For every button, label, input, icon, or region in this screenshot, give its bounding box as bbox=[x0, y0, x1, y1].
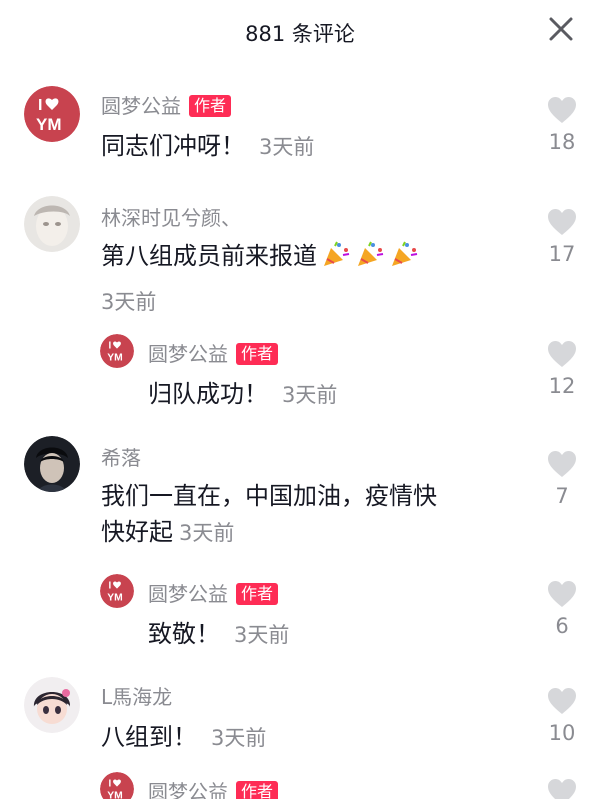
avatar[interactable]: I YM bbox=[100, 334, 134, 368]
comment-time: 3天前 bbox=[101, 290, 157, 314]
like-count: 7 bbox=[555, 484, 569, 508]
comment-item: L馬海龙 八组到！ 3天前 10 bbox=[0, 677, 600, 757]
author-badge: 作者 bbox=[189, 95, 232, 117]
comment-username[interactable]: 林深时见兮颜、 bbox=[101, 202, 241, 231]
close-icon bbox=[549, 17, 573, 41]
reply-time: 3天前 bbox=[282, 383, 338, 407]
reply-body: 归队成功！ bbox=[148, 380, 268, 408]
comment-item: I YM 圆梦公益 作者 同志们冲呀！ 3天前 18 bbox=[0, 86, 600, 176]
svg-text:I: I bbox=[109, 341, 112, 352]
svg-text:I: I bbox=[109, 581, 112, 592]
comment-text: 同志们冲呀！ 3天前 bbox=[101, 128, 314, 165]
comment-item: 希落 我们一直在，中国加油，疫情快 快好起 3天前 7 bbox=[0, 436, 600, 556]
avatar[interactable]: I YM bbox=[100, 574, 134, 608]
avatar[interactable] bbox=[24, 436, 80, 492]
close-button[interactable] bbox=[546, 14, 576, 44]
avatar[interactable] bbox=[24, 196, 80, 252]
author-badge: 作者 bbox=[236, 343, 279, 365]
comment-body: 第八组成员前来报道 bbox=[101, 242, 317, 270]
reply-item: I YM 圆梦公益 作者 归队成功！ 3天前 12 bbox=[0, 334, 600, 414]
party-popper-icon bbox=[321, 240, 351, 278]
party-popper-icon bbox=[389, 240, 419, 278]
avatar[interactable] bbox=[24, 677, 80, 733]
heart-icon bbox=[548, 688, 576, 714]
comment-text: 我们一直在，中国加油，疫情快 快好起 3天前 bbox=[101, 478, 531, 551]
like-button[interactable]: 7 bbox=[542, 450, 582, 508]
reply-time: 3天前 bbox=[234, 623, 290, 647]
username-text[interactable]: 圆梦公益 bbox=[148, 342, 228, 366]
heart-icon bbox=[548, 97, 576, 123]
reply-username[interactable]: 圆梦公益 作者 bbox=[148, 578, 279, 607]
username-text[interactable]: 圆梦公益 bbox=[148, 780, 228, 799]
comment-text: 八组到！ 3天前 bbox=[101, 719, 266, 756]
reply-item: I YM 圆梦公益 作者 bbox=[0, 772, 600, 799]
svg-text:YM: YM bbox=[107, 353, 122, 364]
username-text[interactable]: 圆梦公益 bbox=[148, 582, 228, 606]
like-button[interactable]: 17 bbox=[542, 208, 582, 266]
party-popper-icon bbox=[355, 240, 385, 278]
comment-time: 3天前 bbox=[259, 135, 315, 159]
avatar[interactable]: I YM bbox=[100, 772, 134, 799]
author-badge: 作者 bbox=[236, 583, 279, 605]
like-count: 10 bbox=[548, 721, 576, 745]
heart-icon bbox=[548, 209, 576, 235]
reply-username[interactable]: 圆梦公益 作者 bbox=[148, 338, 279, 367]
heart-icon bbox=[548, 581, 576, 607]
like-button[interactable]: 6 bbox=[542, 580, 582, 638]
comment-body: 八组到！ bbox=[101, 723, 197, 751]
svg-text:I: I bbox=[109, 779, 112, 790]
like-button[interactable]: 18 bbox=[542, 96, 582, 154]
like-count: 12 bbox=[548, 374, 576, 398]
username-text[interactable]: L馬海龙 bbox=[101, 685, 172, 709]
comment-time: 3天前 bbox=[211, 726, 267, 750]
comment-username[interactable]: 希落 bbox=[101, 442, 141, 471]
comment-body: 同志们冲呀！ bbox=[101, 132, 245, 160]
comments-header: 881 条评论 bbox=[0, 0, 600, 64]
avatar[interactable]: I YM bbox=[24, 86, 80, 142]
author-badge: 作者 bbox=[236, 781, 279, 799]
like-button[interactable]: 10 bbox=[542, 687, 582, 745]
heart-icon bbox=[548, 779, 576, 799]
like-count: 17 bbox=[548, 242, 576, 266]
svg-text:YM: YM bbox=[107, 593, 122, 604]
reply-text: 致敬！ 3天前 bbox=[148, 616, 289, 653]
like-count: 6 bbox=[555, 614, 569, 638]
reply-username[interactable]: 圆梦公益 作者 bbox=[148, 776, 279, 799]
comment-username[interactable]: L馬海龙 bbox=[101, 681, 172, 710]
reply-item: I YM 圆梦公益 作者 致敬！ 3天前 6 bbox=[0, 574, 600, 654]
reply-text: 归队成功！ 3天前 bbox=[148, 376, 337, 413]
like-button[interactable]: 12 bbox=[542, 340, 582, 398]
like-count: 18 bbox=[548, 130, 576, 154]
svg-text:I: I bbox=[38, 97, 42, 114]
username-text[interactable]: 林深时见兮颜、 bbox=[101, 206, 241, 230]
heart-icon bbox=[548, 341, 576, 367]
comment-time: 3天前 bbox=[179, 521, 235, 545]
comment-body-line2: 快好起 bbox=[101, 518, 173, 546]
reply-body: 致敬！ bbox=[148, 620, 220, 648]
heart-icon bbox=[548, 451, 576, 477]
comment-body-line1: 我们一直在，中国加油，疫情快 bbox=[101, 482, 437, 510]
svg-text:YM: YM bbox=[36, 115, 62, 134]
username-text[interactable]: 圆梦公益 bbox=[101, 94, 181, 118]
username-text[interactable]: 希落 bbox=[101, 446, 141, 470]
comment-count-title: 881 条评论 bbox=[245, 22, 355, 46]
comment-text: 第八组成员前来报道 bbox=[101, 238, 419, 278]
like-button[interactable] bbox=[542, 778, 582, 799]
svg-text:YM: YM bbox=[107, 791, 122, 799]
comment-username[interactable]: 圆梦公益 作者 bbox=[101, 90, 232, 119]
comment-item: 林深时见兮颜、 第八组成员前来报道 3天前 17 bbox=[0, 196, 600, 326]
